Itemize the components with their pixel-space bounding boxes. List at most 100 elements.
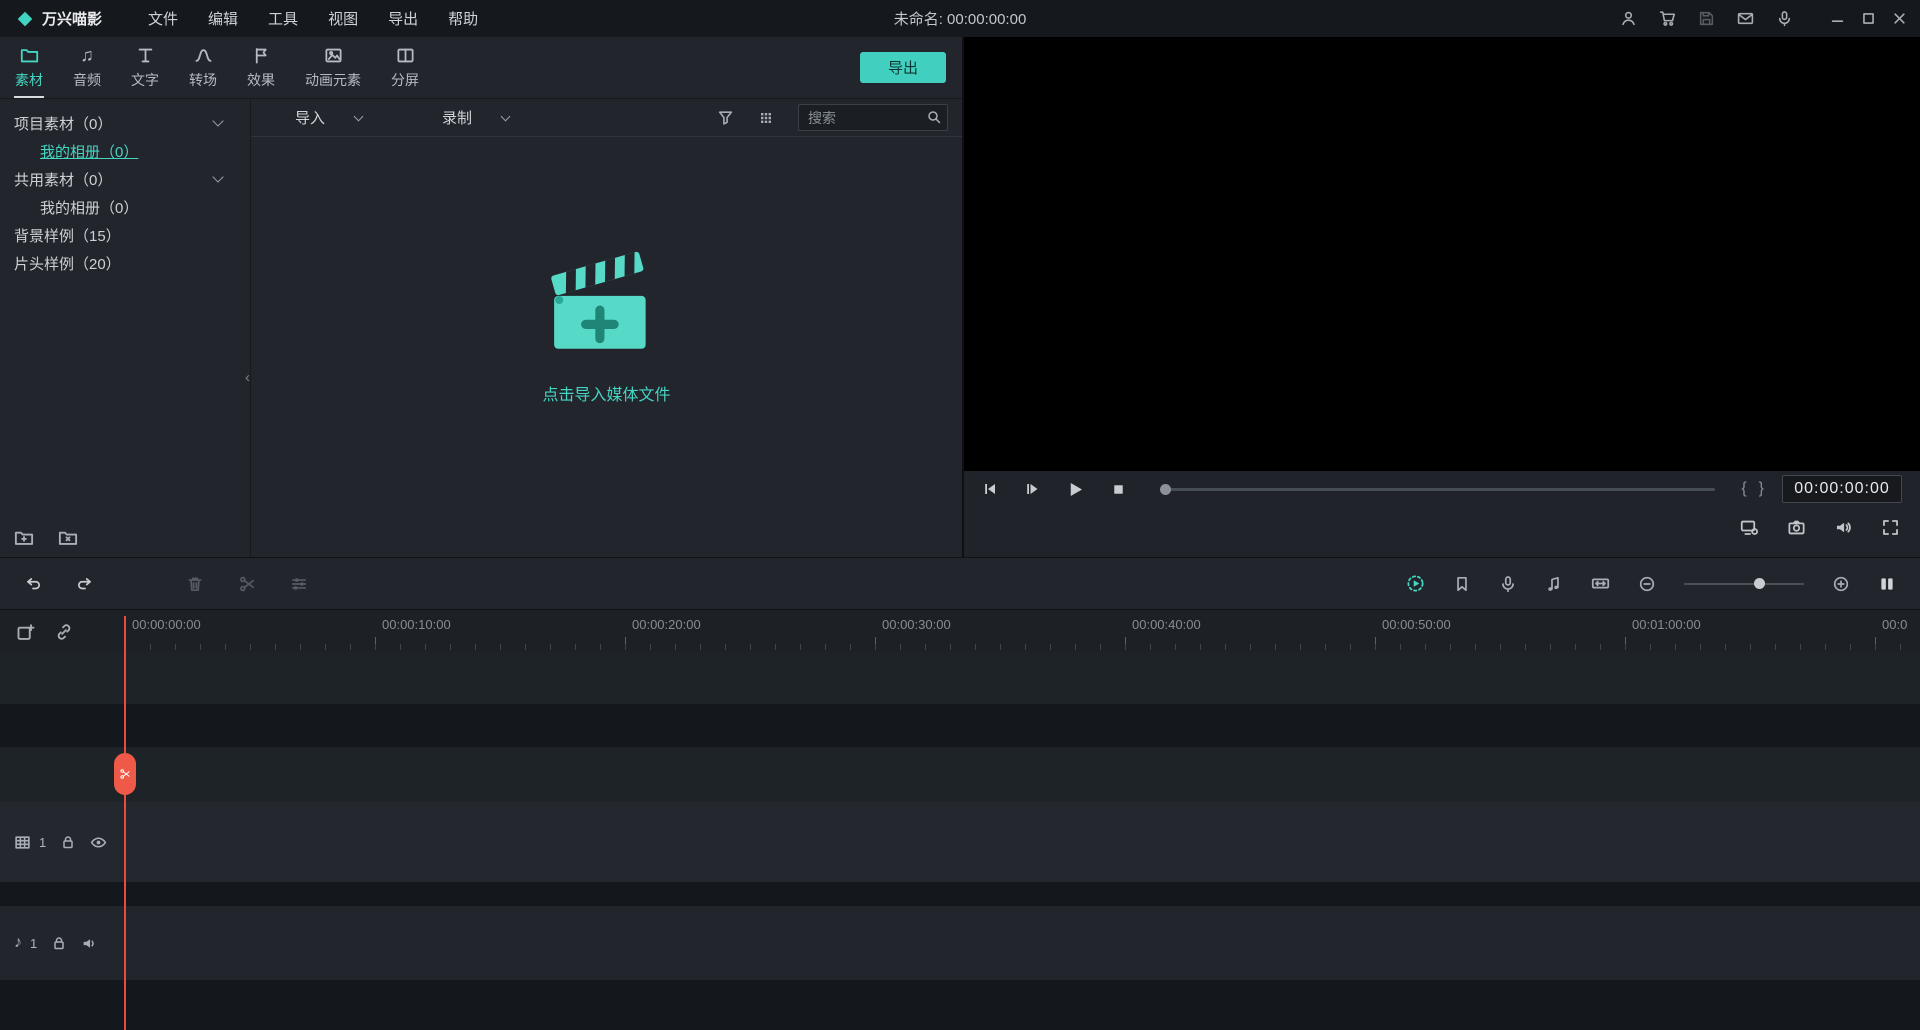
add-to-timeline-icon[interactable] xyxy=(16,622,36,642)
mark-out-icon[interactable]: } xyxy=(1759,480,1764,498)
menu-help[interactable]: 帮助 xyxy=(448,8,478,29)
track-manager-icon[interactable] xyxy=(1878,575,1896,593)
music-note-icon: ♫ xyxy=(80,44,94,65)
tab-effects[interactable]: 效果 xyxy=(232,37,290,98)
timeline-row[interactable] xyxy=(0,747,1920,802)
ruler-label: 00:01:00:00 xyxy=(1632,617,1701,632)
mic-icon[interactable] xyxy=(1776,10,1793,27)
video-viewport[interactable] xyxy=(964,37,1920,471)
next-frame-icon[interactable] xyxy=(1024,481,1040,497)
record-dropdown[interactable]: 录制 xyxy=(442,107,511,128)
timeline-zoom-slider[interactable] xyxy=(1684,577,1804,589)
timeline-row[interactable] xyxy=(0,704,1920,747)
import-label: 导入 xyxy=(295,110,326,127)
lock-track-icon[interactable] xyxy=(51,935,67,951)
ruler-label: 00:00:10:00 xyxy=(382,617,451,632)
sidebar-item-label: 我的相册（0） xyxy=(40,199,139,217)
sidebar-item-background-samples[interactable]: 背景样例（15） xyxy=(0,221,250,249)
mark-in-icon[interactable]: { xyxy=(1741,480,1746,498)
mute-track-icon[interactable] xyxy=(81,935,98,952)
playhead[interactable] xyxy=(124,616,126,1030)
tab-elements[interactable]: 动画元素 xyxy=(290,37,376,98)
tab-text[interactable]: 文字 xyxy=(116,37,174,98)
previous-frame-icon[interactable] xyxy=(982,481,998,497)
transition-icon xyxy=(194,46,213,65)
import-dropdown[interactable]: 导入 xyxy=(295,107,364,128)
toggle-visibility-icon[interactable] xyxy=(90,834,107,851)
seek-bar[interactable] xyxy=(1160,483,1716,495)
zoom-slider-handle[interactable] xyxy=(1753,577,1765,589)
timeline: 00:00:00:00 00:00:10:00 00:00:20:00 00:0… xyxy=(0,610,1920,1030)
account-icon[interactable] xyxy=(1620,10,1637,27)
redo-icon[interactable] xyxy=(76,575,94,593)
sidebar-item-my-album[interactable]: 我的相册（0） xyxy=(0,137,250,165)
audio-track-lane[interactable] xyxy=(0,906,1920,980)
add-folder-icon[interactable] xyxy=(14,527,34,547)
search-icon[interactable] xyxy=(926,109,942,125)
import-media-dropzone[interactable]: 点击导入媒体文件 xyxy=(251,137,962,557)
sidebar-item-project-media[interactable]: 项目素材（0） xyxy=(0,109,250,137)
filter-icon[interactable] xyxy=(717,109,734,126)
tab-audio[interactable]: ♫ 音频 xyxy=(58,37,116,98)
close-icon[interactable] xyxy=(1893,12,1906,25)
tab-label: 转场 xyxy=(189,71,217,88)
timeline-toolbar xyxy=(0,557,1920,610)
fit-timeline-icon[interactable] xyxy=(1591,574,1610,593)
delete-folder-icon[interactable] xyxy=(58,527,78,547)
adjust-sliders-icon[interactable] xyxy=(290,575,308,593)
image-icon xyxy=(324,46,343,65)
chevron-down-icon[interactable] xyxy=(212,171,224,183)
render-preview-icon[interactable] xyxy=(1406,574,1425,593)
project-title: 未命名: 00:00:00:00 xyxy=(893,11,1027,28)
timeline-row[interactable] xyxy=(0,980,1920,1030)
volume-icon[interactable] xyxy=(1834,518,1853,537)
grid-view-icon[interactable] xyxy=(758,110,774,126)
store-cart-icon[interactable] xyxy=(1659,10,1676,27)
split-scissors-icon[interactable] xyxy=(238,575,256,593)
play-icon[interactable] xyxy=(1066,480,1085,499)
sidebar-item-shared-media[interactable]: 共用素材（0） xyxy=(0,165,250,193)
tab-media[interactable]: 素材 xyxy=(0,37,58,98)
display-settings-icon[interactable] xyxy=(1740,518,1759,537)
fullscreen-icon[interactable] xyxy=(1881,518,1900,537)
delete-icon[interactable] xyxy=(186,575,204,593)
ruler-label: 00:00:00:00 xyxy=(132,617,201,632)
sidebar-item-intro-samples[interactable]: 片头样例（20） xyxy=(0,249,250,277)
menu-file[interactable]: 文件 xyxy=(148,8,178,29)
tab-transitions[interactable]: 转场 xyxy=(174,37,232,98)
lock-track-icon[interactable] xyxy=(60,834,76,850)
export-button[interactable]: 导出 xyxy=(860,52,946,83)
chevron-down-icon[interactable] xyxy=(212,115,224,127)
maximize-icon[interactable] xyxy=(1862,12,1875,25)
playhead-split-handle[interactable] xyxy=(114,753,136,795)
video-track-lane[interactable] xyxy=(0,802,1920,882)
tab-label: 分屏 xyxy=(391,71,419,88)
tab-split-screen[interactable]: 分屏 xyxy=(376,37,434,98)
audio-mixer-icon[interactable] xyxy=(1545,575,1563,593)
undo-icon[interactable] xyxy=(24,575,42,593)
menu-edit[interactable]: 编辑 xyxy=(208,8,238,29)
library-content: 导入 录制 搜索 点击导入媒体文件 xyxy=(251,99,962,557)
menu-export[interactable]: 导出 xyxy=(388,8,418,29)
menu-tools[interactable]: 工具 xyxy=(268,8,298,29)
collapse-sidebar-icon[interactable]: ‹ xyxy=(245,369,250,386)
minimize-icon[interactable] xyxy=(1831,12,1844,25)
zoom-in-icon[interactable] xyxy=(1832,575,1850,593)
link-clips-icon[interactable] xyxy=(54,622,74,642)
voiceover-mic-icon[interactable] xyxy=(1499,575,1517,593)
timeline-row[interactable] xyxy=(0,651,1920,704)
library-header: 导入 录制 xyxy=(251,99,962,137)
empty-library-hint: 点击导入媒体文件 xyxy=(542,387,671,404)
sidebar-item-my-album-shared[interactable]: 我的相册（0） xyxy=(0,193,250,221)
menu-view[interactable]: 视图 xyxy=(328,8,358,29)
seek-handle[interactable] xyxy=(1160,483,1171,495)
timeline-row[interactable] xyxy=(0,882,1920,906)
save-icon[interactable] xyxy=(1698,10,1715,27)
chevron-down-icon xyxy=(500,111,511,121)
stop-icon[interactable] xyxy=(1111,482,1126,497)
sidebar-item-label: 项目素材（0） xyxy=(14,115,113,133)
zoom-out-icon[interactable] xyxy=(1638,575,1656,593)
mail-icon[interactable] xyxy=(1737,10,1754,27)
marker-icon[interactable] xyxy=(1453,575,1471,593)
snapshot-camera-icon[interactable] xyxy=(1787,518,1806,537)
